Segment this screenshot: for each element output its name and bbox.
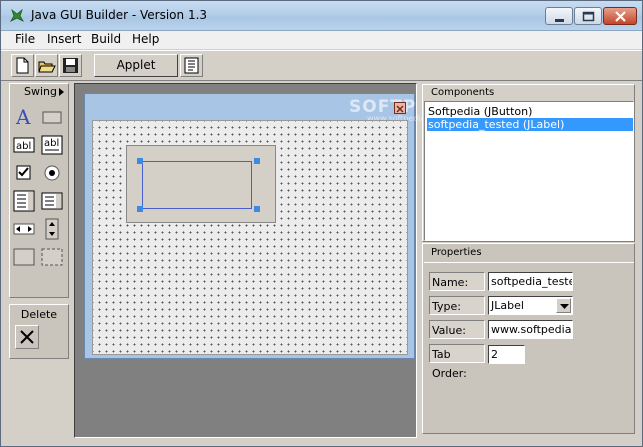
name-label: Name: <box>429 272 485 291</box>
maximize-icon <box>582 11 595 22</box>
design-grid[interactable] <box>92 120 408 355</box>
taborder-field[interactable]: 2 <box>488 345 525 364</box>
properties-panel: Properties Name: softpedia_tested Type: … <box>422 243 635 434</box>
toolbar: Applet <box>1 50 642 81</box>
title-bar[interactable]: Java GUI Builder - Version 1.3 <box>1 1 642 31</box>
menu-insert[interactable]: Insert <box>47 32 81 46</box>
properties-icon <box>184 57 199 74</box>
menu-help[interactable]: Help <box>132 32 159 46</box>
properties-title: Properties <box>431 247 482 258</box>
open-folder-icon <box>38 61 56 73</box>
app-window: Java GUI Builder - Version 1.3 SOFTP Fil… <box>0 0 643 447</box>
textfield-icon[interactable]: abl <box>13 134 35 156</box>
applet-frame[interactable]: SOFTP www.softpedia.com <box>84 93 445 359</box>
save-button[interactable] <box>59 54 82 77</box>
new-file-icon <box>16 57 29 74</box>
panel-icon[interactable] <box>41 106 63 128</box>
textarea-icon[interactable]: abl <box>41 134 63 156</box>
svg-text:A: A <box>15 106 31 128</box>
applet-button[interactable]: Applet <box>94 54 178 77</box>
window-title: Java GUI Builder - Version 1.3 <box>31 8 208 22</box>
open-button[interactable] <box>35 54 58 77</box>
type-dropdown-button[interactable] <box>556 298 571 313</box>
box-icon[interactable] <box>13 246 35 268</box>
type-select[interactable]: JLabel <box>488 296 573 315</box>
list-item-selected[interactable]: softpedia_tested (JLabel) <box>427 118 633 131</box>
list-icon[interactable] <box>13 190 35 212</box>
selected-component[interactable] <box>142 161 252 209</box>
component-palette: Swing A abl abl <box>9 83 69 298</box>
list-item[interactable]: Softpedia (JButton) <box>427 105 633 118</box>
palette-arrow-icon[interactable] <box>59 88 64 96</box>
properties-button[interactable] <box>180 54 203 77</box>
close-button[interactable] <box>603 7 637 25</box>
checkbox-icon[interactable] <box>13 162 35 184</box>
new-button[interactable] <box>11 54 34 77</box>
components-title: Components <box>431 87 495 98</box>
svg-text:abl: abl <box>44 138 59 149</box>
maximize-button[interactable] <box>574 7 602 25</box>
spinner-icon[interactable] <box>41 218 63 240</box>
menu-build[interactable]: Build <box>91 32 121 46</box>
delete-button[interactable] <box>15 325 39 349</box>
taborder-label: Tab Order: <box>429 344 485 380</box>
close-icon <box>615 11 626 22</box>
value-label: Value: <box>429 320 485 339</box>
dashed-box-icon[interactable] <box>41 246 63 268</box>
delete-panel: Delete <box>9 304 69 359</box>
scrollbar-h-icon[interactable] <box>13 218 35 240</box>
resize-handle[interactable] <box>137 158 143 164</box>
combo-icon[interactable] <box>41 190 63 212</box>
minimize-button[interactable] <box>545 7 573 25</box>
resize-handle[interactable] <box>254 206 260 212</box>
menu-bar: File Insert Build Help <box>1 31 642 49</box>
frame-close-button[interactable] <box>394 102 406 114</box>
delete-icon <box>20 330 34 344</box>
name-field[interactable]: softpedia_tested <box>488 272 573 291</box>
design-workspace[interactable]: SOFTP www.softpedia.com <box>74 83 445 438</box>
component-container[interactable] <box>126 145 276 223</box>
menu-file[interactable]: File <box>15 32 35 46</box>
components-list[interactable]: Softpedia (JButton) softpedia_tested (JL… <box>424 101 634 241</box>
svg-text:abl: abl <box>16 141 31 152</box>
label-icon[interactable]: A <box>13 106 35 128</box>
save-icon <box>63 58 78 73</box>
minimize-icon <box>555 19 564 22</box>
radio-icon[interactable] <box>41 162 63 184</box>
properties-body: Name: softpedia_tested Type: JLabel Valu… <box>424 262 634 433</box>
chevron-down-icon <box>560 304 569 309</box>
close-icon <box>396 105 404 113</box>
type-label: Type: <box>429 296 485 315</box>
type-select-value: JLabel <box>491 299 524 312</box>
resize-handle[interactable] <box>254 158 260 164</box>
resize-handle[interactable] <box>137 206 143 212</box>
value-field[interactable]: www.softpedia.com <box>488 320 573 339</box>
delete-label: Delete <box>20 308 58 321</box>
components-panel: Components Softpedia (JButton) softpedia… <box>422 84 635 242</box>
app-icon <box>9 8 25 22</box>
